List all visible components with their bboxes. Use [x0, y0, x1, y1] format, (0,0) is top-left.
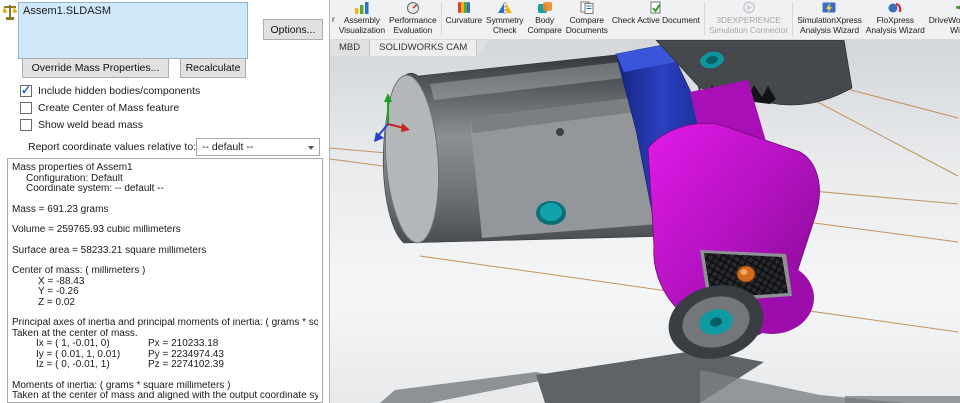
checkbox-box	[20, 83, 32, 97]
toolbar-item-label: Documents	[565, 25, 608, 35]
selected-document: Assem1.SLDASM	[23, 5, 112, 17]
driveworksxpress-icon	[955, 1, 960, 14]
report-line: Z = 0.02	[38, 297, 75, 308]
toolbar-item-label: Analysis Wizard	[865, 25, 925, 35]
mass-report: Mass properties of Assem1 Configuration:…	[7, 158, 323, 403]
toolbar-separator	[440, 2, 442, 36]
report-line: Ix = ( 1, -0.01, 0) Px = 210233.18	[36, 339, 219, 349]
toolbar-item-label: DriveWorksXpress	[928, 15, 960, 25]
report-line: Iy = ( 0.01, 1, 0.01) Py = 2234974.43	[36, 349, 224, 360]
report-line: Y = -0.26	[38, 287, 79, 297]
toolbar-item-label: FloXpress	[876, 15, 914, 25]
report-line: Iz = ( 0, -0.01, 1) Pz = 2274102.39	[36, 360, 224, 370]
toolbar-item-compare-documents[interactable]: Compare Documents	[564, 0, 610, 39]
threedexperience-icon	[741, 1, 757, 14]
checkbox-create-center-of-mass[interactable]: Create Center of Mass feature	[20, 101, 179, 115]
toolbar-item-curvature[interactable]: Curvature	[444, 0, 484, 39]
model-part-arm-face[interactable]	[470, 96, 658, 238]
toolbar-item-label: Wizard	[950, 25, 960, 35]
toolbar-item-assembly-visualization[interactable]: Assembly Visualization	[337, 0, 387, 39]
curvature-icon	[456, 1, 472, 14]
toolbar-item-driveworksxpress-wizard[interactable]: DriveWorksXpress Wizard	[927, 0, 960, 39]
toolbar-item-partial[interactable]: r	[330, 0, 337, 26]
toolbar-item-symmetry-check[interactable]: Symmetry Check	[484, 0, 525, 39]
chevron-down-icon	[308, 146, 314, 150]
toolbar-item-label: Analysis Wizard	[800, 25, 859, 35]
report-line: Surface area = 58233.21 square millimete…	[12, 245, 207, 256]
performance-evaluation-icon	[405, 1, 421, 14]
tab-solidworks-cam[interactable]: SOLIDWORKS CAM	[370, 40, 478, 56]
tab-mbd[interactable]: MBD	[330, 40, 371, 56]
report-line: Volume = 259765.93 cubic millimeters	[12, 225, 181, 235]
symmetry-check-icon	[497, 1, 513, 14]
toolbar-item-label: Symmetry	[486, 15, 524, 25]
toolbar-item-label: Simulation Connector	[708, 25, 789, 35]
compare-documents-icon	[579, 1, 595, 14]
report-line: X = -88.43	[38, 276, 85, 287]
toolbar-item-simulationxpress-analysis-wizard[interactable]: SimulationXpress Analysis Wizard	[795, 0, 864, 39]
toolbar-item-label: 3DEXPERIENCE	[716, 15, 781, 25]
report-line: Configuration: Default	[26, 173, 123, 184]
toolbar-item-3dexperience-simulation-connector[interactable]: 3DEXPERIENCE Simulation Connector	[707, 0, 790, 39]
toolbar-item-floxpress-analysis-wizard[interactable]: FloXpress Analysis Wizard	[864, 0, 927, 39]
checkbox-box	[20, 119, 32, 131]
toolbar-item-label: r	[332, 14, 335, 24]
report-line: Taken at the center of mass.	[12, 328, 138, 339]
viewport-3d-model[interactable]	[330, 40, 960, 403]
toolbar-item-label: Evaluation	[393, 25, 433, 35]
report-line: Principal axes of inertia and principal …	[12, 318, 318, 328]
toolbar-separator	[792, 2, 794, 36]
checkbox-label: Show weld bead mass	[38, 119, 144, 131]
dropdown-value: -- default --	[202, 141, 254, 153]
recalculate-button[interactable]: Recalculate	[180, 58, 246, 78]
toolbar-item-label: Check	[492, 25, 517, 35]
toolbar-item-label: Curvature	[445, 15, 483, 25]
toolbar-item-label: Check Active Document	[611, 15, 700, 25]
report-line: Coordinate system: -- default --	[26, 184, 164, 194]
options-button[interactable]: Options...	[263, 19, 323, 40]
toolbar-item-performance-evaluation[interactable]: Performance Evaluation	[387, 0, 439, 39]
toolbar-item-label: Compare	[569, 15, 604, 25]
coordinate-values-label: Report coordinate values relative to:	[28, 141, 197, 153]
report-line: Taken at the center of mass and aligned …	[12, 391, 318, 401]
report-line: Mass = 691.23 grams	[12, 204, 109, 215]
override-mass-properties-button[interactable]: Override Mass Properties...	[22, 58, 169, 78]
toolbar-separator	[703, 2, 705, 36]
checkbox-show-weld-bead-mass[interactable]: Show weld bead mass	[20, 118, 143, 132]
checkbox-include-hidden-bodies[interactable]: Include hidden bodies/components	[20, 83, 201, 98]
solidworks-window: r Assembly Visualization Performance Eva…	[0, 0, 960, 403]
checkbox-label: Include hidden bodies/components	[38, 85, 201, 97]
toolbar-item-check-active-document[interactable]: Check Active Document	[610, 0, 702, 39]
toolbar-item-label: SimulationXpress	[797, 15, 862, 25]
coordinate-system-dropdown[interactable]: -- default --	[196, 138, 320, 156]
checkbox-label: Create Center of Mass feature	[38, 102, 180, 114]
graphics-viewport[interactable]	[330, 40, 960, 403]
toolbar-item-label: Performance	[389, 15, 437, 25]
assembly-visualization-icon	[354, 1, 370, 14]
commandmanager-tabs: MBD SOLIDWORKS CAM	[330, 40, 490, 56]
toolbar-item-label: Body	[535, 15, 555, 25]
selection-listbox[interactable]: Assem1.SLDASM	[18, 2, 248, 59]
toolbar-item-body-compare[interactable]: Body Compare	[525, 0, 563, 39]
simulationxpress-icon	[821, 1, 837, 14]
body-compare-icon	[537, 1, 553, 14]
report-line: Mass properties of Assem1	[12, 163, 133, 173]
toolbar-item-label: Assembly	[343, 15, 380, 25]
report-line: Center of mass: ( millimeters )	[12, 266, 146, 276]
toolbar-item-label: Visualization	[338, 25, 386, 35]
check-active-document-icon	[648, 1, 664, 14]
checkbox-box	[20, 102, 32, 114]
ribbon-toolbar: r Assembly Visualization Performance Eva…	[330, 0, 960, 40]
mass-properties-icon	[2, 3, 18, 24]
mass-properties-dialog: Assem1.SLDASM Options... Override Mass P…	[0, 0, 330, 403]
report-line: Moments of inertia: ( grams * square mil…	[12, 380, 231, 391]
model-shadow	[380, 350, 960, 403]
toolbar-item-label: Compare	[527, 25, 562, 35]
tab-strip-end	[477, 40, 490, 56]
floxpress-icon	[887, 1, 903, 14]
